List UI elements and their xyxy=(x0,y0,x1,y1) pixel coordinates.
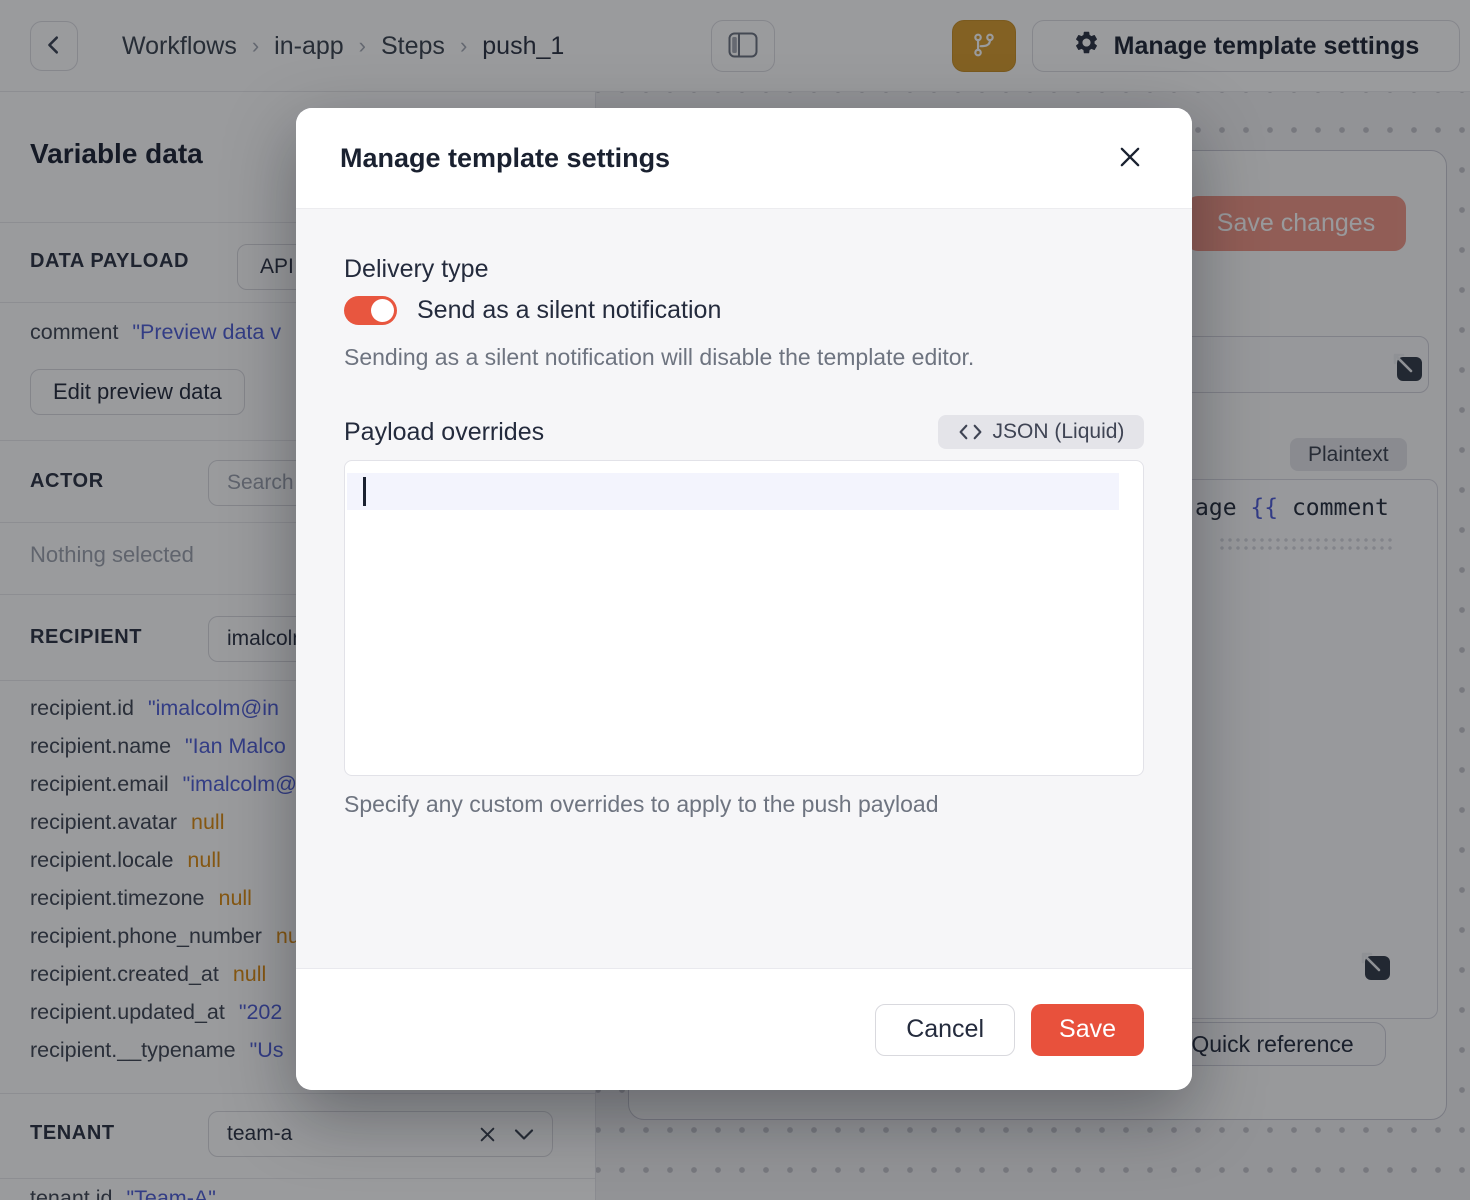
format-badge-label: JSON (Liquid) xyxy=(993,420,1125,444)
close-button[interactable] xyxy=(1112,139,1148,178)
payload-overrides-label: Payload overrides xyxy=(344,418,544,447)
close-icon xyxy=(1116,143,1144,174)
modal-footer: Cancel Save xyxy=(296,968,1192,1090)
delivery-type-label: Delivery type xyxy=(344,255,489,284)
editor-active-line xyxy=(347,473,1119,510)
modal-title: Manage template settings xyxy=(340,143,1112,174)
cancel-button[interactable]: Cancel xyxy=(875,1004,1015,1056)
silent-notification-help: Sending as a silent notification will di… xyxy=(344,344,974,371)
silent-notification-label: Send as a silent notification xyxy=(417,296,721,325)
payload-overrides-help: Specify any custom overrides to apply to… xyxy=(344,791,939,818)
modal-header: Manage template settings xyxy=(296,108,1192,209)
manage-template-settings-modal: Manage template settings Delivery type S… xyxy=(296,108,1192,1090)
app-root: Workflows › in-app › Steps › push_1 xyxy=(0,0,1470,1200)
toggle-knob xyxy=(371,299,394,322)
code-brackets-icon xyxy=(958,423,983,441)
payload-overrides-editor[interactable] xyxy=(344,460,1144,776)
save-button[interactable]: Save xyxy=(1031,1004,1144,1056)
text-caret xyxy=(363,477,366,506)
silent-notification-toggle[interactable] xyxy=(344,296,397,325)
silent-notification-row: Send as a silent notification xyxy=(344,296,721,325)
format-badge: JSON (Liquid) xyxy=(938,415,1144,449)
